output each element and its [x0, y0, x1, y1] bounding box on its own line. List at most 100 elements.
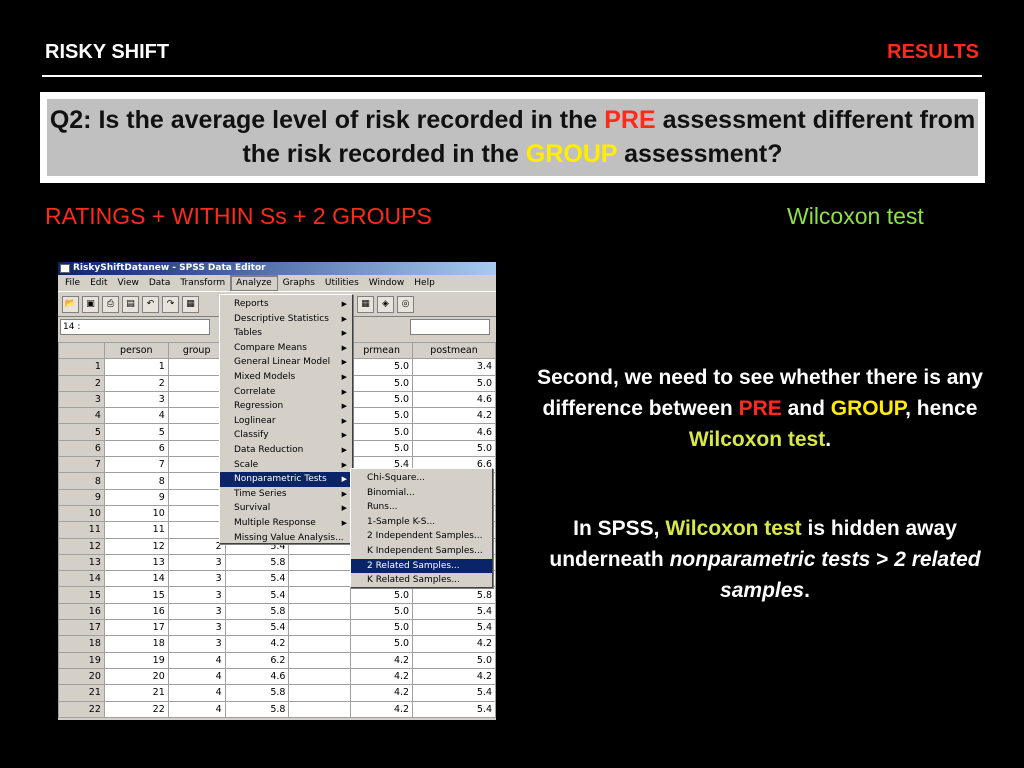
data-cell[interactable]: [288, 602, 352, 621]
data-cell[interactable]: [167, 456, 226, 474]
data-cell[interactable]: [288, 570, 352, 588]
menu-item-classify[interactable]: Classify ▶: [220, 428, 352, 443]
data-cell[interactable]: 5.0: [350, 635, 414, 653]
data-cell[interactable]: [167, 472, 226, 490]
data-cell[interactable]: 4.2: [412, 407, 496, 425]
data-cell[interactable]: 5.4: [412, 684, 496, 702]
row-number[interactable]: 2: [58, 374, 105, 392]
row-number[interactable]: 17: [58, 619, 105, 637]
row-number[interactable]: 6: [58, 439, 105, 458]
data-cell[interactable]: [167, 390, 226, 409]
data-cell[interactable]: 5.0: [412, 651, 496, 669]
data-cell[interactable]: 4.2: [350, 651, 414, 669]
row-number[interactable]: 1: [58, 358, 105, 376]
menu-item-mixed-models[interactable]: Mixed Models ▶: [220, 370, 352, 385]
row-number[interactable]: 5: [58, 423, 105, 441]
menu-item-loglinear[interactable]: Loglinear ▶: [220, 414, 352, 429]
data-cell[interactable]: 5.0: [350, 602, 414, 621]
submenu-item-runs[interactable]: Runs...: [351, 500, 492, 515]
data-cell[interactable]: 3: [167, 602, 226, 621]
menu-utilities[interactable]: Utilities: [320, 276, 364, 290]
data-cell[interactable]: 5.0: [412, 439, 496, 458]
menu-item-compare-means[interactable]: Compare Means ▶: [220, 341, 352, 356]
menu-graphs[interactable]: Graphs: [278, 276, 320, 290]
data-cell[interactable]: [167, 439, 226, 458]
data-cell[interactable]: 5.0: [350, 619, 414, 637]
data-cell[interactable]: 4: [103, 407, 169, 425]
data-cell[interactable]: 16: [103, 602, 169, 621]
data-cell[interactable]: 3: [167, 586, 226, 604]
row-number[interactable]: 12: [58, 537, 105, 555]
data-cell[interactable]: 4.6: [224, 667, 290, 686]
menu-item-reports[interactable]: Reports ▶: [220, 297, 352, 312]
data-cell[interactable]: 3: [167, 553, 226, 572]
data-cell[interactable]: [288, 667, 352, 686]
data-cell[interactable]: 20: [103, 667, 169, 686]
menu-item-time-series[interactable]: Time Series ▶: [220, 487, 352, 502]
column-header[interactable]: group: [167, 341, 226, 360]
column-header[interactable]: person: [103, 341, 169, 360]
menu-view[interactable]: View: [113, 276, 144, 290]
data-cell[interactable]: 4.2: [224, 635, 290, 653]
data-cell[interactable]: 14: [103, 570, 169, 588]
submenu-item-chi-square[interactable]: Chi-Square...: [351, 471, 492, 486]
data-cell[interactable]: 4: [167, 651, 226, 669]
data-cell[interactable]: 1: [103, 358, 169, 376]
data-cell[interactable]: 6.2: [224, 651, 290, 669]
data-cell[interactable]: [288, 553, 352, 572]
data-cell[interactable]: 5.8: [224, 602, 290, 621]
row-header-corner[interactable]: [58, 341, 105, 360]
data-cell[interactable]: 4.2: [350, 667, 414, 686]
menu-help[interactable]: Help: [409, 276, 440, 290]
data-cell[interactable]: [288, 684, 352, 702]
data-cell[interactable]: 5.0: [350, 390, 414, 409]
row-number[interactable]: 8: [58, 472, 105, 490]
data-cell[interactable]: [288, 635, 352, 653]
submenu-item-k-independent-samples[interactable]: K Independent Samples...: [351, 544, 492, 559]
row-number[interactable]: 21: [58, 684, 105, 702]
data-cell[interactable]: 13: [103, 553, 169, 572]
data-cell[interactable]: [288, 651, 352, 669]
data-cell[interactable]: 4.2: [350, 700, 414, 718]
data-cell[interactable]: 5.4: [412, 619, 496, 637]
data-cell[interactable]: 4.2: [412, 635, 496, 653]
data-cell[interactable]: 3: [167, 635, 226, 653]
select-cases-icon[interactable]: ▦: [357, 295, 374, 313]
data-cell[interactable]: 11: [103, 521, 169, 539]
submenu-item-2-related-samples[interactable]: 2 Related Samples...: [351, 558, 492, 574]
data-cell[interactable]: 5.0: [350, 586, 414, 604]
data-cell[interactable]: 19: [103, 651, 169, 669]
menu-item-nonparametric-tests[interactable]: Nonparametric Tests ▶: [220, 472, 352, 487]
value-labels-icon[interactable]: ◈: [377, 295, 394, 313]
data-cell[interactable]: 3.4: [412, 358, 496, 376]
data-cell[interactable]: [167, 423, 226, 441]
cell-reference[interactable]: 14 :: [60, 319, 210, 335]
data-cell[interactable]: 5.4: [412, 700, 496, 718]
redo-icon[interactable]: ↷: [162, 295, 179, 313]
row-number[interactable]: 9: [58, 488, 105, 506]
data-cell[interactable]: [167, 374, 226, 392]
menu-item-multiple-response[interactable]: Multiple Response ▶: [220, 516, 352, 531]
data-cell[interactable]: 10: [103, 504, 169, 523]
data-cell[interactable]: 4.6: [412, 423, 496, 441]
data-cell[interactable]: 5.8: [224, 553, 290, 572]
data-cell[interactable]: 5.8: [412, 586, 496, 604]
data-cell[interactable]: 7: [103, 456, 169, 474]
data-cell[interactable]: 2: [167, 537, 226, 555]
data-cell[interactable]: [167, 358, 226, 376]
row-number[interactable]: 14: [58, 570, 105, 588]
data-cell[interactable]: 5.0: [350, 439, 414, 458]
column-header[interactable]: postmean: [412, 341, 496, 360]
print-icon[interactable]: ⎙: [102, 295, 119, 313]
data-cell[interactable]: 22: [103, 700, 169, 718]
data-cell[interactable]: 18: [103, 635, 169, 653]
submenu-item-2-independent-samples[interactable]: 2 Independent Samples...: [351, 529, 492, 544]
data-cell[interactable]: 5.8: [224, 700, 290, 718]
data-cell[interactable]: 3: [167, 619, 226, 637]
row-number[interactable]: 20: [58, 667, 105, 686]
data-cell[interactable]: 5.4: [412, 602, 496, 621]
menu-item-correlate[interactable]: Correlate ▶: [220, 385, 352, 400]
data-cell[interactable]: 2: [103, 374, 169, 392]
data-cell[interactable]: 5.0: [350, 374, 414, 392]
menu-item-general-linear-model[interactable]: General Linear Model ▶: [220, 355, 352, 370]
